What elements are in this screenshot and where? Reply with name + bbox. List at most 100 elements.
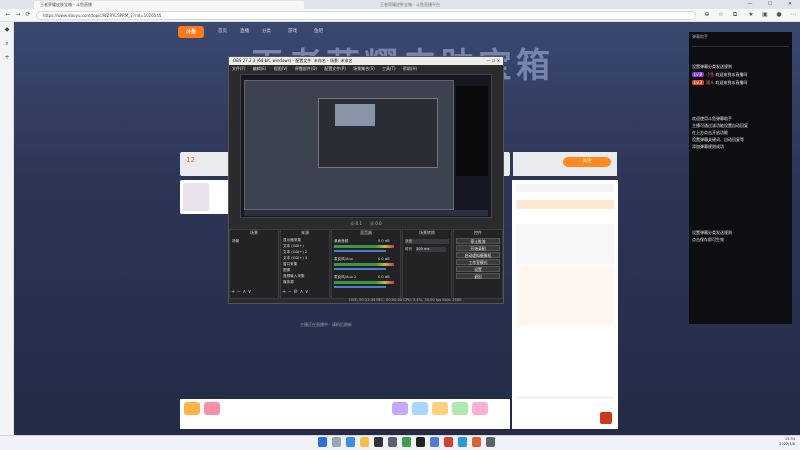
transitions-dock-title: 场景转换 bbox=[419, 230, 435, 235]
app-icon[interactable] bbox=[444, 437, 453, 447]
obs-window-controls[interactable]: — ☐ ✕ bbox=[470, 57, 503, 65]
menu-scene-collection[interactable]: 场景集合(S) bbox=[353, 66, 375, 71]
refresh-icon[interactable]: ⟳ bbox=[23, 10, 33, 20]
chat-tabs[interactable] bbox=[516, 184, 614, 192]
system-clock[interactable]: 15:34 2022/4/8 bbox=[773, 437, 795, 447]
sources-dock-title: 来源 bbox=[301, 230, 309, 235]
explorer-icon[interactable] bbox=[360, 437, 369, 447]
virtual-camera-button[interactable]: 启动虚拟摄像机 bbox=[456, 252, 500, 258]
obs-icon[interactable] bbox=[416, 437, 425, 447]
settings-button[interactable]: 设置 bbox=[456, 266, 500, 272]
nav-category[interactable]: 分类 bbox=[262, 28, 271, 34]
app-icon[interactable] bbox=[430, 437, 439, 447]
danmaku-helper-panel: 弹幕助手 设置弹幕分类发送规则 Lv.8 小鱼 欢迎来到本直播间 Lv.3 观众 欢… bbox=[689, 32, 792, 324]
preview-taskbar bbox=[244, 210, 488, 216]
chat-line: 设置弹幕分类发送规则 bbox=[692, 230, 732, 235]
preview-nested-chat bbox=[456, 86, 488, 176]
chat-line: 点击保存即可生效 bbox=[692, 237, 724, 242]
source-item[interactable]: 音频输入采集 bbox=[283, 274, 305, 279]
extensions-icon[interactable]: ⧉ bbox=[730, 10, 740, 20]
gift-icon[interactable] bbox=[392, 402, 408, 415]
panel-toolbar[interactable] bbox=[692, 42, 789, 47]
app-icon[interactable] bbox=[402, 437, 411, 447]
sidebar-search-icon[interactable]: ⌕ bbox=[3, 40, 11, 48]
nav-game[interactable]: 游戏 bbox=[288, 28, 297, 34]
source-item[interactable]: 媒体源 bbox=[283, 280, 294, 285]
edge-icon[interactable] bbox=[346, 437, 355, 447]
menu-icon[interactable]: ⋯ bbox=[788, 10, 798, 20]
start-icon[interactable] bbox=[318, 437, 327, 447]
gift-icon[interactable] bbox=[452, 402, 468, 415]
collections-icon[interactable]: ▣ bbox=[760, 10, 770, 20]
forward-icon[interactable]: → bbox=[13, 10, 23, 20]
nav-live[interactable]: 直播 bbox=[240, 28, 249, 34]
close-button[interactable]: ✕ bbox=[780, 0, 800, 9]
profile-icon[interactable]: ● bbox=[774, 10, 784, 20]
obs-title-bar: OBS 27.2.3 (64-bit, windows) - 配置文件: 未命名… bbox=[229, 57, 503, 65]
scene-add-remove[interactable]: + − ∧ ∨ bbox=[231, 289, 251, 295]
chat-panel bbox=[512, 180, 618, 428]
gift-icon[interactable] bbox=[432, 402, 448, 415]
menu-docks[interactable]: 停靠部件(D) bbox=[295, 66, 317, 71]
chat-line: 主播可通过该功能设置自动回复 bbox=[692, 123, 748, 128]
gift-icon[interactable] bbox=[412, 402, 428, 415]
site-logo[interactable]: 斗鱼 bbox=[178, 26, 204, 38]
app-icon[interactable] bbox=[458, 437, 467, 447]
rank-banner[interactable] bbox=[516, 200, 614, 209]
back-icon[interactable]: ← bbox=[3, 10, 13, 20]
menu-tools[interactable]: 工具(T) bbox=[382, 66, 396, 71]
menu-profile[interactable]: 配置文件(P) bbox=[324, 66, 346, 71]
sidebar-add-icon[interactable]: + bbox=[3, 54, 11, 62]
gift-icon[interactable] bbox=[184, 402, 200, 415]
send-button[interactable] bbox=[600, 412, 612, 424]
nav-home[interactable]: 首页 bbox=[218, 28, 227, 34]
duration-input[interactable]: 300 ms bbox=[416, 247, 446, 252]
studio-mode-button[interactable]: 工作室模式 bbox=[456, 259, 500, 265]
app-icon[interactable] bbox=[388, 437, 397, 447]
search-icon[interactable] bbox=[332, 437, 341, 447]
chat-line: 设置弹幕分类发送规则 bbox=[692, 64, 732, 69]
chat-line: 在上方点击开启功能 bbox=[692, 130, 728, 135]
nav-fishbar[interactable]: 鱼吧 bbox=[314, 28, 323, 34]
gift-icon[interactable] bbox=[204, 402, 220, 415]
anchor-card[interactable] bbox=[180, 180, 230, 214]
app-icon[interactable] bbox=[486, 437, 495, 447]
source-item[interactable]: 文本 (GDI+) 3 bbox=[283, 256, 307, 261]
app-icon[interactable] bbox=[472, 437, 481, 447]
volume-slider[interactable] bbox=[334, 286, 386, 288]
menu-view[interactable]: 视图(V) bbox=[274, 66, 288, 71]
start-recording-button[interactable]: 开始录制 bbox=[456, 245, 500, 251]
browser-tab[interactable]: 王者荣耀皮肤宝箱 - 斗鱼直播 bbox=[34, 1, 304, 9]
exit-button[interactable]: 退出 bbox=[456, 273, 500, 279]
mixer-channel-db: 0.0 dB bbox=[378, 257, 390, 261]
source-item[interactable]: 显示器采集 bbox=[283, 238, 301, 243]
gift-icon[interactable] bbox=[472, 402, 488, 415]
chat-line: 欢迎使用斗鱼弹幕助手 bbox=[692, 116, 732, 121]
source-item[interactable]: 图像 bbox=[283, 268, 290, 273]
follow-button[interactable]: 关注 bbox=[563, 157, 611, 167]
obs-status-bar: LIVE: 00:12:34 REC: 00:00:00 CPU: 3.4%, … bbox=[349, 298, 462, 302]
mixer-meter bbox=[334, 245, 394, 248]
menu-file[interactable]: 文件(F) bbox=[232, 66, 245, 71]
mixer-channel-db: 0.0 dB bbox=[378, 239, 390, 243]
minimize-button[interactable]: — bbox=[740, 0, 760, 9]
source-item[interactable]: 文本 (GDI+) bbox=[283, 244, 304, 249]
stop-streaming-button[interactable]: 停止推流 bbox=[456, 238, 500, 244]
maximize-button[interactable]: ☐ bbox=[760, 0, 780, 9]
url-input[interactable]: https://www.douyu.com/topic/WZRYCSPRM_2?… bbox=[36, 11, 696, 20]
scene-item[interactable]: 场景 bbox=[232, 239, 239, 244]
source-item[interactable]: 文本 (GDI+) 2 bbox=[283, 250, 307, 255]
volume-slider[interactable] bbox=[334, 250, 386, 252]
source-add-remove[interactable]: + − ⚙ ∧ ∨ bbox=[282, 289, 309, 295]
star-icon[interactable]: ☆ bbox=[716, 10, 726, 20]
favorites-icon[interactable]: ★ bbox=[746, 10, 756, 20]
volume-slider[interactable] bbox=[334, 268, 386, 270]
source-item[interactable]: 窗口采集 bbox=[283, 262, 297, 267]
transition-select[interactable]: 淡出 bbox=[405, 239, 449, 244]
terminal-icon[interactable] bbox=[374, 437, 383, 447]
zoom-icon[interactable]: ⊕ bbox=[702, 10, 712, 20]
menu-help[interactable]: 帮助(H) bbox=[403, 66, 417, 71]
mixer-channel-name: 桌面音频 bbox=[334, 239, 349, 243]
menu-edit[interactable]: 编辑(E) bbox=[253, 66, 267, 71]
sidebar-app-icon[interactable]: ◆ bbox=[3, 26, 11, 34]
